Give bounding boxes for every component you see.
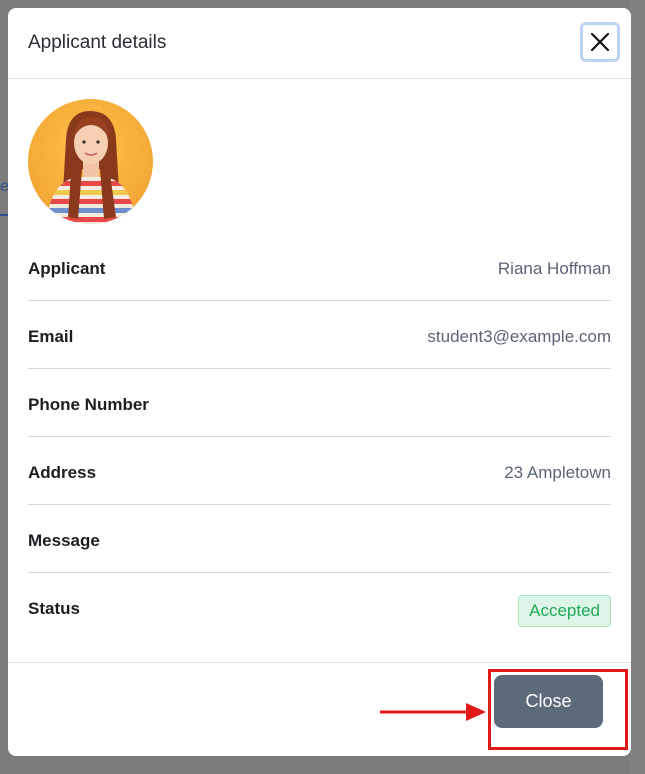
avatar-image [28,99,153,224]
detail-row-email: Email student3@example.com [28,301,611,369]
detail-label: Address [28,463,97,482]
detail-label: Phone Number [28,395,149,414]
detail-row-applicant: Applicant Riana Hoffman [28,233,611,301]
annotation-arrow-icon [380,703,486,721]
detail-value: student3@example.com [427,327,611,346]
modal-title: Applicant details [28,32,167,53]
applicant-details-modal: Applicant details Applicant Riana Hoffma… [8,8,631,756]
detail-value: 23 Ampletown [504,463,611,482]
detail-label: Status [28,599,80,618]
detail-label: Email [28,327,74,346]
close-icon [590,32,610,52]
avatar [28,99,153,224]
detail-label: Message [28,531,100,550]
background-tab-underline [0,214,8,216]
detail-label: Applicant [28,259,106,278]
detail-row-address: Address 23 Ampletown [28,437,611,505]
annotation-highlight-box [488,669,628,750]
details-list: Applicant Riana Hoffman Email student3@e… [28,233,611,640]
close-icon-button[interactable] [580,22,620,62]
modal-header: Applicant details [8,8,631,79]
detail-value: Riana Hoffman [497,259,611,278]
background-panel [631,0,645,774]
detail-row-message: Message [28,505,611,573]
status-badge: Accepted [518,595,611,627]
detail-row-phone: Phone Number [28,369,611,437]
detail-row-status: Status Accepted [28,573,611,640]
